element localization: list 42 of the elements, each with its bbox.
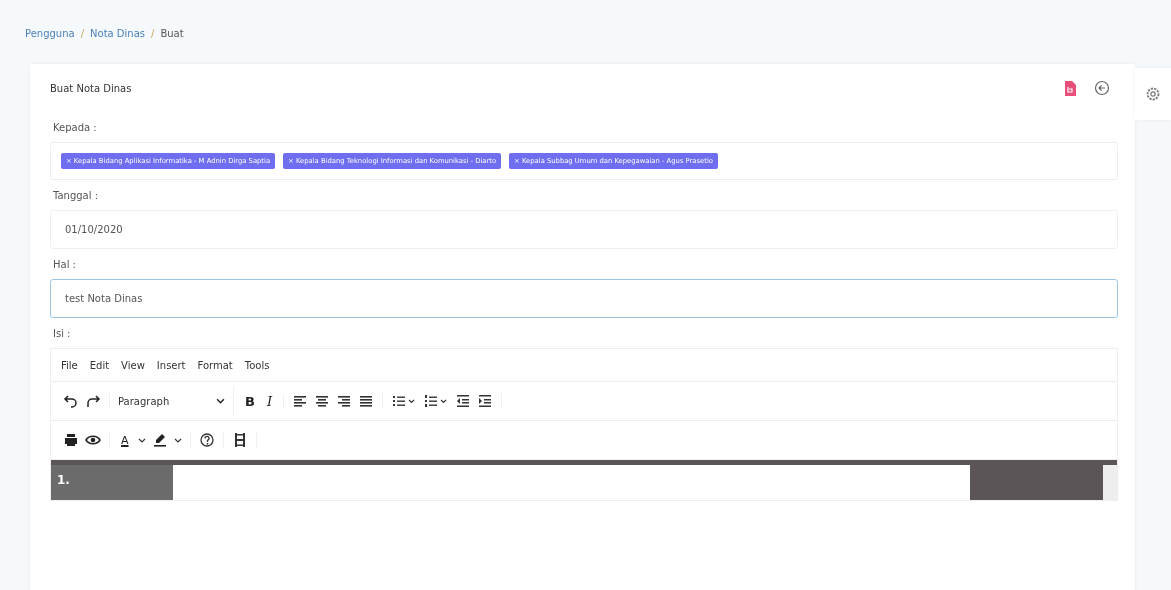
redo-icon[interactable] [85, 393, 101, 409]
undo-icon[interactable] [63, 393, 79, 409]
settings-icon[interactable] [1144, 85, 1162, 103]
breadcrumb-link[interactable]: Pengguna [25, 27, 75, 39]
justify-icon[interactable] [358, 393, 375, 409]
outdent-icon[interactable] [455, 393, 472, 409]
back-icon[interactable] [1094, 80, 1110, 96]
caret-icon[interactable] [137, 437, 146, 443]
highlighter-icon[interactable] [151, 432, 168, 448]
align-right-icon[interactable] [336, 393, 353, 409]
text-color-button[interactable]: A [118, 433, 132, 447]
print-icon[interactable] [63, 432, 79, 448]
align-left-icon[interactable] [292, 393, 309, 409]
caret-icon[interactable] [216, 398, 225, 404]
breadcrumb-link[interactable]: Nota Dinas [90, 27, 146, 39]
line-number: 1. [57, 473, 70, 487]
menu-item[interactable]: View [121, 359, 145, 371]
menu-item[interactable]: Insert [156, 359, 186, 371]
rich-text-editor[interactable]: File Edit View Insert Format Tools Paragraph B I A 1. [50, 348, 1118, 501]
menu-item[interactable]: Format [197, 359, 233, 371]
field-label: Tanggal : [53, 190, 100, 201]
breadcrumb-current: Buat [160, 27, 184, 39]
field-label: Hal : [53, 259, 77, 270]
indent-icon[interactable] [477, 393, 494, 409]
bold-button[interactable]: B [242, 393, 258, 409]
breadcrumb-separator: / [80, 27, 85, 39]
align-center-icon[interactable] [314, 393, 331, 409]
menu-item[interactable]: Edit [89, 359, 110, 371]
card-title: Buat Nota Dinas [50, 82, 132, 94]
help-icon[interactable] [198, 432, 215, 448]
caret-icon[interactable] [173, 437, 182, 443]
field-label: Isi : [53, 328, 72, 339]
scrollbar[interactable] [1103, 465, 1117, 500]
block-format-dropdown[interactable]: Paragraph [110, 386, 234, 416]
text-field[interactable]: test Nota Dinas [50, 279, 1118, 318]
document-icon[interactable] [1064, 80, 1076, 96]
text-field[interactable]: 01/10/2020 [50, 210, 1118, 249]
breadcrumb-separator: / [151, 27, 155, 39]
italic-button[interactable]: I [263, 393, 276, 409]
menu-item[interactable]: Tools [244, 359, 270, 371]
menu-item[interactable]: File [61, 359, 78, 371]
field-label: Kepada : [53, 122, 98, 133]
